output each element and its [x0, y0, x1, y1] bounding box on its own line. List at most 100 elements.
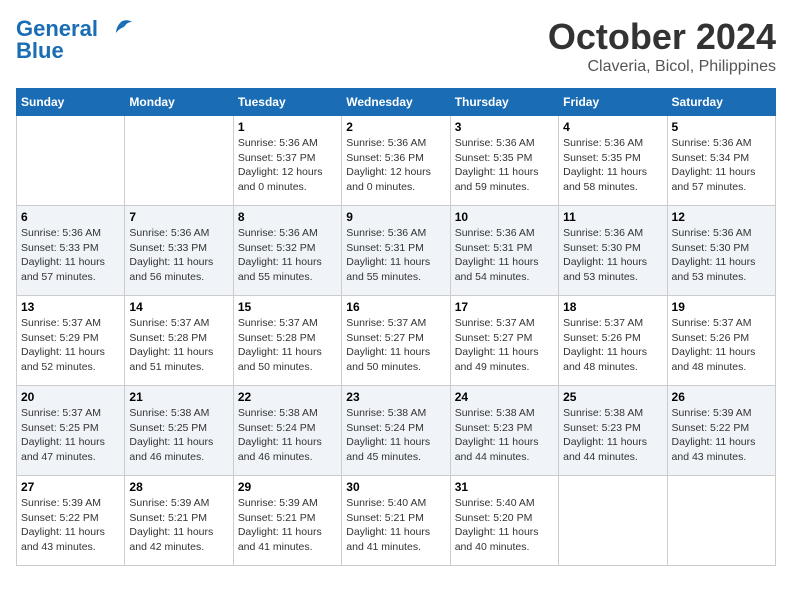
day-cell: 8 Sunrise: 5:36 AM Sunset: 5:32 PM Daylig…	[233, 206, 341, 296]
day-cell: 4 Sunrise: 5:36 AM Sunset: 5:35 PM Daylig…	[559, 116, 667, 206]
day-detail: Sunrise: 5:37 AM Sunset: 5:27 PM Dayligh…	[455, 316, 554, 375]
day-number: 14	[129, 300, 228, 314]
day-cell: 31 Sunrise: 5:40 AM Sunset: 5:20 PM Dayli…	[450, 476, 558, 566]
day-number: 7	[129, 210, 228, 224]
day-detail: Sunrise: 5:37 AM Sunset: 5:28 PM Dayligh…	[238, 316, 337, 375]
day-detail: Sunrise: 5:36 AM Sunset: 5:37 PM Dayligh…	[238, 136, 337, 195]
day-detail: Sunrise: 5:37 AM Sunset: 5:28 PM Dayligh…	[129, 316, 228, 375]
day-number: 29	[238, 480, 337, 494]
day-cell	[667, 476, 775, 566]
day-number: 8	[238, 210, 337, 224]
day-cell: 22Sunrise: 5:38 AM Sunset: 5:24 PM Dayli…	[233, 386, 341, 476]
day-number: 11	[563, 210, 662, 224]
day-number: 19	[672, 300, 771, 314]
day-detail: Sunrise: 5:36 AM Sunset: 5:33 PM Dayligh…	[21, 226, 120, 285]
day-number: 5	[672, 120, 771, 134]
day-number: 12	[672, 210, 771, 224]
weekday-header-saturday: Saturday	[667, 89, 775, 116]
day-number: 27	[21, 480, 120, 494]
page-header: General Blue October 2024 Claveria, Bico…	[16, 16, 776, 76]
day-cell: 16Sunrise: 5:37 AM Sunset: 5:27 PM Dayli…	[342, 296, 450, 386]
day-cell: 11 Sunrise: 5:36 AM Sunset: 5:30 PM Dayli…	[559, 206, 667, 296]
day-cell: 13 Sunrise: 5:37 AM Sunset: 5:29 PM Dayli…	[17, 296, 125, 386]
day-cell: 29 Sunrise: 5:39 AM Sunset: 5:21 PM Dayli…	[233, 476, 341, 566]
day-cell: 1Sunrise: 5:36 AM Sunset: 5:37 PM Daylig…	[233, 116, 341, 206]
weekday-header-wednesday: Wednesday	[342, 89, 450, 116]
day-number: 26	[672, 390, 771, 404]
day-detail: Sunrise: 5:37 AM Sunset: 5:25 PM Dayligh…	[21, 406, 120, 465]
weekday-header-monday: Monday	[125, 89, 233, 116]
day-detail: Sunrise: 5:36 AM Sunset: 5:32 PM Dayligh…	[238, 226, 337, 285]
day-cell	[559, 476, 667, 566]
day-detail: Sunrise: 5:40 AM Sunset: 5:21 PM Dayligh…	[346, 496, 445, 555]
week-row-3: 13 Sunrise: 5:37 AM Sunset: 5:29 PM Dayli…	[17, 296, 776, 386]
day-detail: Sunrise: 5:37 AM Sunset: 5:29 PM Dayligh…	[21, 316, 120, 375]
week-row-1: 1Sunrise: 5:36 AM Sunset: 5:37 PM Daylig…	[17, 116, 776, 206]
day-detail: Sunrise: 5:38 AM Sunset: 5:23 PM Dayligh…	[455, 406, 554, 465]
day-detail: Sunrise: 5:36 AM Sunset: 5:33 PM Dayligh…	[129, 226, 228, 285]
day-detail: Sunrise: 5:36 AM Sunset: 5:30 PM Dayligh…	[563, 226, 662, 285]
month-title: October 2024	[548, 16, 776, 58]
logo: General Blue	[16, 16, 134, 64]
day-number: 4	[563, 120, 662, 134]
day-detail: Sunrise: 5:39 AM Sunset: 5:21 PM Dayligh…	[238, 496, 337, 555]
location-title: Claveria, Bicol, Philippines	[548, 58, 776, 76]
day-number: 13	[21, 300, 120, 314]
day-detail: Sunrise: 5:38 AM Sunset: 5:25 PM Dayligh…	[129, 406, 228, 465]
weekday-header-row: SundayMondayTuesdayWednesdayThursdayFrid…	[17, 89, 776, 116]
day-number: 9	[346, 210, 445, 224]
day-number: 25	[563, 390, 662, 404]
day-number: 10	[455, 210, 554, 224]
day-detail: Sunrise: 5:40 AM Sunset: 5:20 PM Dayligh…	[455, 496, 554, 555]
day-cell: 30 Sunrise: 5:40 AM Sunset: 5:21 PM Dayli…	[342, 476, 450, 566]
day-number: 17	[455, 300, 554, 314]
day-cell: 12Sunrise: 5:36 AM Sunset: 5:30 PM Dayli…	[667, 206, 775, 296]
day-detail: Sunrise: 5:39 AM Sunset: 5:22 PM Dayligh…	[672, 406, 771, 465]
day-cell: 14 Sunrise: 5:37 AM Sunset: 5:28 PM Dayli…	[125, 296, 233, 386]
day-cell: 20 Sunrise: 5:37 AM Sunset: 5:25 PM Dayli…	[17, 386, 125, 476]
day-cell: 25 Sunrise: 5:38 AM Sunset: 5:23 PM Dayli…	[559, 386, 667, 476]
title-block: October 2024 Claveria, Bicol, Philippine…	[548, 16, 776, 76]
day-detail: Sunrise: 5:38 AM Sunset: 5:23 PM Dayligh…	[563, 406, 662, 465]
day-number: 2	[346, 120, 445, 134]
day-cell: 18 Sunrise: 5:37 AM Sunset: 5:26 PM Dayli…	[559, 296, 667, 386]
day-cell: 17 Sunrise: 5:37 AM Sunset: 5:27 PM Dayli…	[450, 296, 558, 386]
day-cell: 19 Sunrise: 5:37 AM Sunset: 5:26 PM Dayli…	[667, 296, 775, 386]
logo-bird-icon	[106, 19, 134, 41]
day-cell: 5 Sunrise: 5:36 AM Sunset: 5:34 PM Daylig…	[667, 116, 775, 206]
day-detail: Sunrise: 5:36 AM Sunset: 5:34 PM Dayligh…	[672, 136, 771, 195]
day-detail: Sunrise: 5:36 AM Sunset: 5:35 PM Dayligh…	[563, 136, 662, 195]
day-cell: 10 Sunrise: 5:36 AM Sunset: 5:31 PM Dayli…	[450, 206, 558, 296]
day-number: 31	[455, 480, 554, 494]
weekday-header-tuesday: Tuesday	[233, 89, 341, 116]
day-cell	[125, 116, 233, 206]
day-number: 23	[346, 390, 445, 404]
day-detail: Sunrise: 5:38 AM Sunset: 5:24 PM Dayligh…	[346, 406, 445, 465]
day-detail: Sunrise: 5:36 AM Sunset: 5:31 PM Dayligh…	[346, 226, 445, 285]
weekday-header-sunday: Sunday	[17, 89, 125, 116]
week-row-4: 20 Sunrise: 5:37 AM Sunset: 5:25 PM Dayli…	[17, 386, 776, 476]
day-cell: 23 Sunrise: 5:38 AM Sunset: 5:24 PM Dayli…	[342, 386, 450, 476]
weekday-header-thursday: Thursday	[450, 89, 558, 116]
day-cell: 6Sunrise: 5:36 AM Sunset: 5:33 PM Daylig…	[17, 206, 125, 296]
day-number: 18	[563, 300, 662, 314]
day-detail: Sunrise: 5:37 AM Sunset: 5:26 PM Dayligh…	[672, 316, 771, 375]
day-cell: 26 Sunrise: 5:39 AM Sunset: 5:22 PM Dayli…	[667, 386, 775, 476]
day-detail: Sunrise: 5:38 AM Sunset: 5:24 PM Dayligh…	[238, 406, 337, 465]
day-cell	[17, 116, 125, 206]
day-detail: Sunrise: 5:36 AM Sunset: 5:35 PM Dayligh…	[455, 136, 554, 195]
day-number: 16	[346, 300, 445, 314]
day-number: 24	[455, 390, 554, 404]
day-number: 20	[21, 390, 120, 404]
day-number: 30	[346, 480, 445, 494]
calendar-table: SundayMondayTuesdayWednesdayThursdayFrid…	[16, 88, 776, 566]
week-row-5: 27Sunrise: 5:39 AM Sunset: 5:22 PM Dayli…	[17, 476, 776, 566]
day-cell: 28Sunrise: 5:39 AM Sunset: 5:21 PM Dayli…	[125, 476, 233, 566]
day-detail: Sunrise: 5:36 AM Sunset: 5:31 PM Dayligh…	[455, 226, 554, 285]
day-cell: 2Sunrise: 5:36 AM Sunset: 5:36 PM Daylig…	[342, 116, 450, 206]
day-cell: 3Sunrise: 5:36 AM Sunset: 5:35 PM Daylig…	[450, 116, 558, 206]
day-detail: Sunrise: 5:37 AM Sunset: 5:26 PM Dayligh…	[563, 316, 662, 375]
day-cell: 24 Sunrise: 5:38 AM Sunset: 5:23 PM Dayli…	[450, 386, 558, 476]
day-number: 28	[129, 480, 228, 494]
day-cell: 21Sunrise: 5:38 AM Sunset: 5:25 PM Dayli…	[125, 386, 233, 476]
